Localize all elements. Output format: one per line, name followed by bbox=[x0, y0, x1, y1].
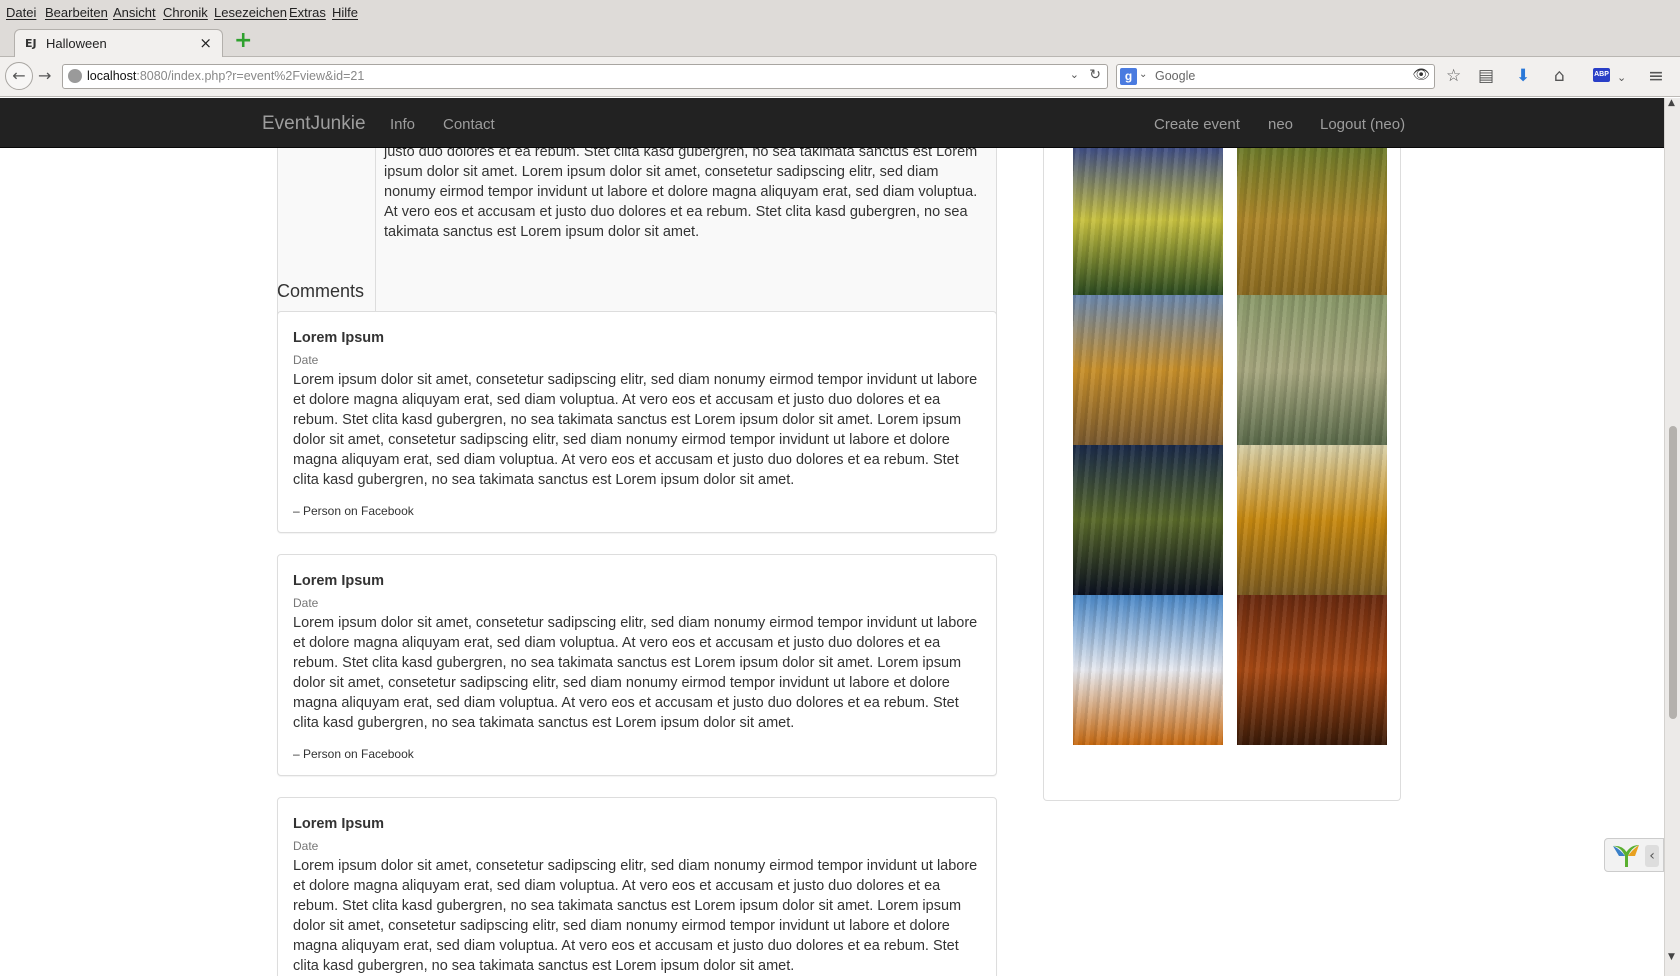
menu-datei[interactable]: Datei bbox=[6, 5, 36, 20]
site-identity-icon[interactable] bbox=[68, 69, 82, 83]
comment-date: Date bbox=[293, 596, 319, 610]
comment-card: Lorem Ipsum Date Lorem ipsum dolor sit a… bbox=[277, 311, 997, 533]
url-history-dropdown-icon[interactable]: ⌄ bbox=[1070, 68, 1079, 81]
photo-texture bbox=[1073, 145, 1223, 295]
comment-date: Date bbox=[293, 839, 319, 853]
comment-body: Lorem ipsum dolor sit amet, consetetur s… bbox=[293, 372, 978, 488]
new-tab-icon[interactable]: + bbox=[234, 30, 252, 52]
yii-debug-toolbar[interactable]: ‹ bbox=[1604, 838, 1664, 872]
menu-bar: Datei Bearbeiten Ansicht Chronik Lesezei… bbox=[0, 0, 1680, 27]
comment-title: Lorem Ipsum bbox=[293, 573, 385, 589]
brand-link[interactable]: EventJunkie bbox=[262, 113, 366, 135]
menu-hilfe[interactable]: Hilfe bbox=[332, 5, 358, 20]
adblock-dropdown-icon[interactable]: ⌄ bbox=[1617, 68, 1626, 88]
gallery-photo[interactable] bbox=[1237, 445, 1387, 595]
gallery-photo[interactable] bbox=[1073, 445, 1223, 595]
comments-heading: Comments bbox=[277, 281, 365, 301]
menu-lesezeichen[interactable]: Lesezeichen bbox=[214, 5, 287, 20]
nav-info-link[interactable]: Info bbox=[390, 116, 415, 133]
home-icon[interactable]: ⌂ bbox=[1554, 66, 1565, 86]
favicon-icon: EJ bbox=[25, 37, 37, 50]
adblock-icon[interactable]: ABP bbox=[1593, 68, 1610, 82]
gallery-photo[interactable] bbox=[1237, 295, 1387, 445]
reading-list-icon[interactable]: ▤ bbox=[1478, 66, 1494, 86]
menu-extras[interactable]: Extras bbox=[289, 5, 326, 20]
comment-author: – Person on Facebook bbox=[293, 747, 414, 761]
photo-texture bbox=[1237, 445, 1387, 595]
page-scrollbar[interactable]: ▲ ▼ bbox=[1664, 98, 1680, 976]
comment-card: Lorem Ipsum Date Lorem ipsum dolor sit a… bbox=[277, 554, 997, 776]
comment-card: Lorem Ipsum Date Lorem ipsum dolor sit a… bbox=[277, 797, 997, 976]
gallery-photo[interactable] bbox=[1073, 595, 1223, 745]
photo-texture bbox=[1237, 295, 1387, 445]
comment-title: Lorem Ipsum bbox=[293, 330, 385, 346]
gallery-photo[interactable] bbox=[1073, 145, 1223, 295]
reload-icon[interactable]: ↻ bbox=[1089, 67, 1101, 83]
bookmark-star-icon[interactable]: ☆ bbox=[1446, 66, 1461, 86]
photo-texture bbox=[1073, 595, 1223, 745]
gallery-photo[interactable] bbox=[1237, 595, 1387, 745]
page-viewport: EventJunkie Info Contact Create event ne… bbox=[0, 98, 1664, 976]
yii-logo-icon bbox=[1613, 845, 1639, 867]
nav-user-link[interactable]: neo bbox=[1268, 116, 1293, 133]
url-bar[interactable]: localhost:8080/index.php?r=event%2Fview&… bbox=[62, 64, 1108, 89]
nav-contact-link[interactable]: Contact bbox=[443, 116, 495, 133]
photo-texture bbox=[1073, 295, 1223, 445]
photo-gallery-panel bbox=[1043, 98, 1401, 801]
search-binoculars-icon[interactable]: 👁 bbox=[1412, 67, 1430, 83]
nav-logout-link[interactable]: Logout (neo) bbox=[1320, 116, 1405, 133]
comment-author: – Person on Facebook bbox=[293, 504, 414, 518]
menu-ansicht[interactable]: Ansicht bbox=[113, 5, 156, 20]
comment-body: Lorem ipsum dolor sit amet, consetetur s… bbox=[293, 615, 978, 731]
comment-body: Lorem ipsum dolor sit amet, consetetur s… bbox=[293, 858, 978, 974]
navigation-toolbar: ← → localhost:8080/index.php?r=event%2Fv… bbox=[0, 57, 1680, 97]
event-description: justo duo dolores et ea rebum. Stet clit… bbox=[384, 144, 978, 240]
search-engine-dropdown-icon[interactable]: ⌄ bbox=[1139, 69, 1147, 80]
back-icon[interactable]: ← bbox=[5, 62, 33, 90]
photo-texture bbox=[1073, 445, 1223, 595]
tab-halloween[interactable]: EJ Halloween × bbox=[14, 29, 223, 58]
comment-date: Date bbox=[293, 353, 319, 367]
url-path: :8080/index.php?r=event%2Fview&id=21 bbox=[136, 69, 365, 83]
menu-bearbeiten[interactable]: Bearbeiten bbox=[45, 5, 108, 20]
url-host: localhost bbox=[87, 69, 137, 83]
hamburger-menu-icon[interactable]: ≡ bbox=[1648, 66, 1664, 86]
url-text: localhost:8080/index.php?r=event%2Fview&… bbox=[87, 69, 364, 83]
scroll-down-icon[interactable]: ▼ bbox=[1668, 952, 1675, 962]
comment-title: Lorem Ipsum bbox=[293, 816, 385, 832]
photo-texture bbox=[1237, 595, 1387, 745]
app-navbar: EventJunkie Info Contact Create event ne… bbox=[0, 98, 1664, 148]
gallery-photo[interactable] bbox=[1073, 295, 1223, 445]
search-bar[interactable]: g ⌄ Google 👁 bbox=[1116, 64, 1435, 89]
search-engine-icon[interactable]: g bbox=[1120, 68, 1137, 85]
forward-icon[interactable]: → bbox=[38, 66, 51, 85]
tab-title: Halloween bbox=[46, 36, 107, 51]
menu-chronik[interactable]: Chronik bbox=[163, 5, 208, 20]
scroll-up-icon[interactable]: ▲ bbox=[1668, 98, 1675, 108]
nav-create-event-link[interactable]: Create event bbox=[1154, 116, 1240, 133]
tab-close-icon[interactable]: × bbox=[199, 34, 212, 52]
downloads-icon[interactable]: ⬇ bbox=[1516, 66, 1530, 86]
photo-texture bbox=[1237, 145, 1387, 295]
scrollbar-thumb[interactable] bbox=[1669, 426, 1677, 719]
gallery-photo[interactable] bbox=[1237, 145, 1387, 295]
yii-toggle-icon[interactable]: ‹ bbox=[1645, 845, 1659, 867]
